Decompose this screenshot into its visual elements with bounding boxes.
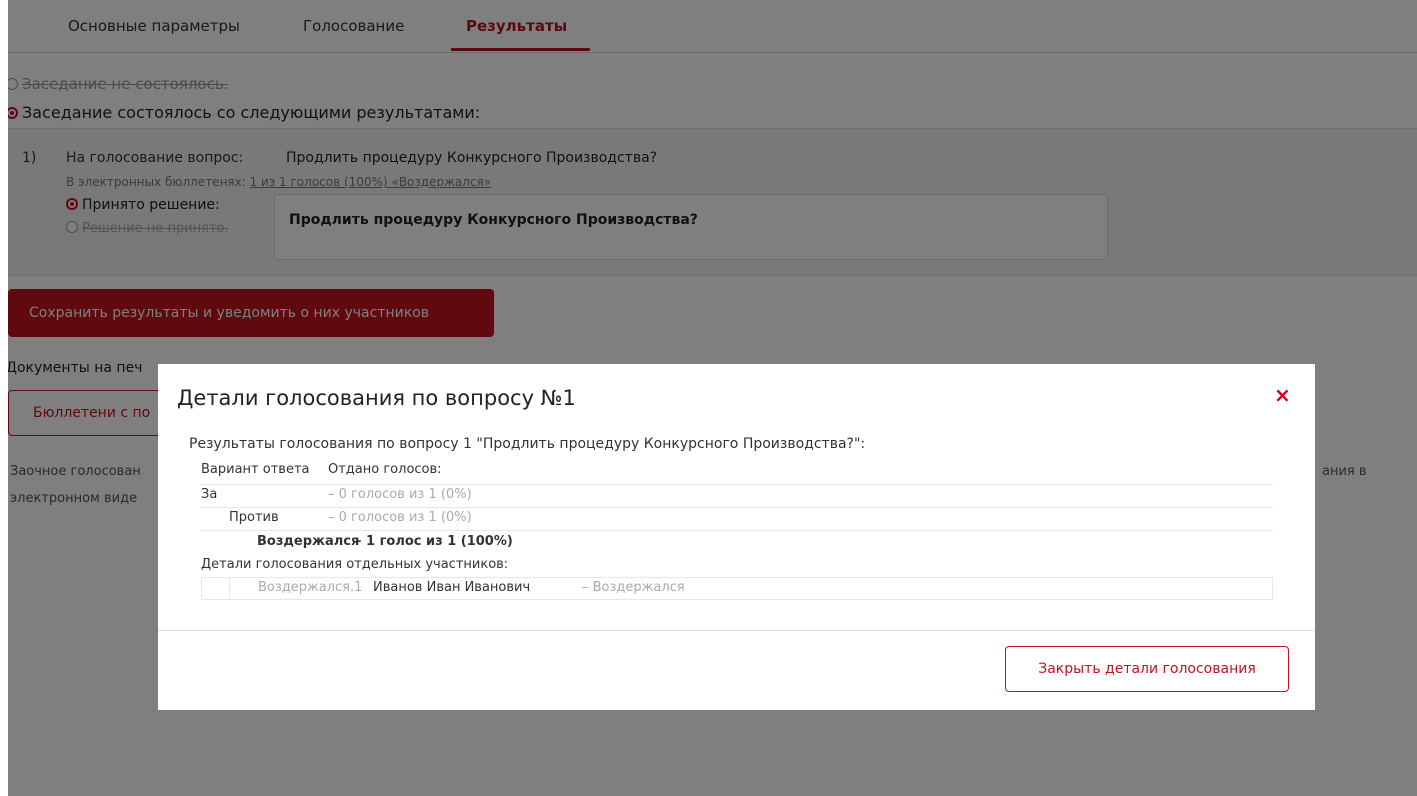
- modal-title: Детали голосования по вопросу №1: [177, 386, 576, 410]
- column-header-votes: Отдано голосов:: [328, 462, 442, 477]
- voting-details-modal: Детали голосования по вопросу №1 × Резул…: [158, 364, 1315, 710]
- option-abstain: Воздержался: [257, 534, 360, 549]
- cell-divider: [229, 578, 230, 599]
- option-for: За: [201, 487, 218, 502]
- column-header-option: Вариант ответа: [201, 462, 310, 477]
- details-header-row: Детали голосования отдельных участников:: [201, 554, 1273, 576]
- left-edge-strip: [0, 0, 8, 796]
- close-details-button[interactable]: Закрыть детали голосования: [1005, 646, 1289, 692]
- participant-row: Воздержался.1 Иванов Иван Иванович – Воз…: [201, 577, 1273, 600]
- option-against: Против: [229, 510, 279, 525]
- votes-for: – 0 голосов из 1 (0%): [328, 487, 472, 502]
- modal-intro: Результаты голосования по вопросу 1 "Про…: [189, 436, 866, 452]
- details-label: Детали голосования отдельных участников:: [201, 557, 509, 572]
- table-row: Воздержался – 1 голос из 1 (100%): [201, 531, 1273, 553]
- modal-footer-divider: [158, 630, 1315, 631]
- table-header-row: Вариант ответа Отдано голосов:: [201, 462, 1273, 485]
- participant-name: Иванов Иван Иванович: [373, 580, 531, 595]
- participant-choice-ref: Воздержался.1: [258, 580, 363, 595]
- close-icon[interactable]: ×: [1274, 383, 1291, 407]
- votes-abstain: – 1 голос из 1 (100%): [355, 534, 513, 549]
- table-row: Против – 0 голосов из 1 (0%): [201, 508, 1273, 531]
- votes-against: – 0 голосов из 1 (0%): [328, 510, 472, 525]
- participant-choice: – Воздержался: [582, 580, 685, 595]
- table-row: За – 0 голосов из 1 (0%): [201, 485, 1273, 508]
